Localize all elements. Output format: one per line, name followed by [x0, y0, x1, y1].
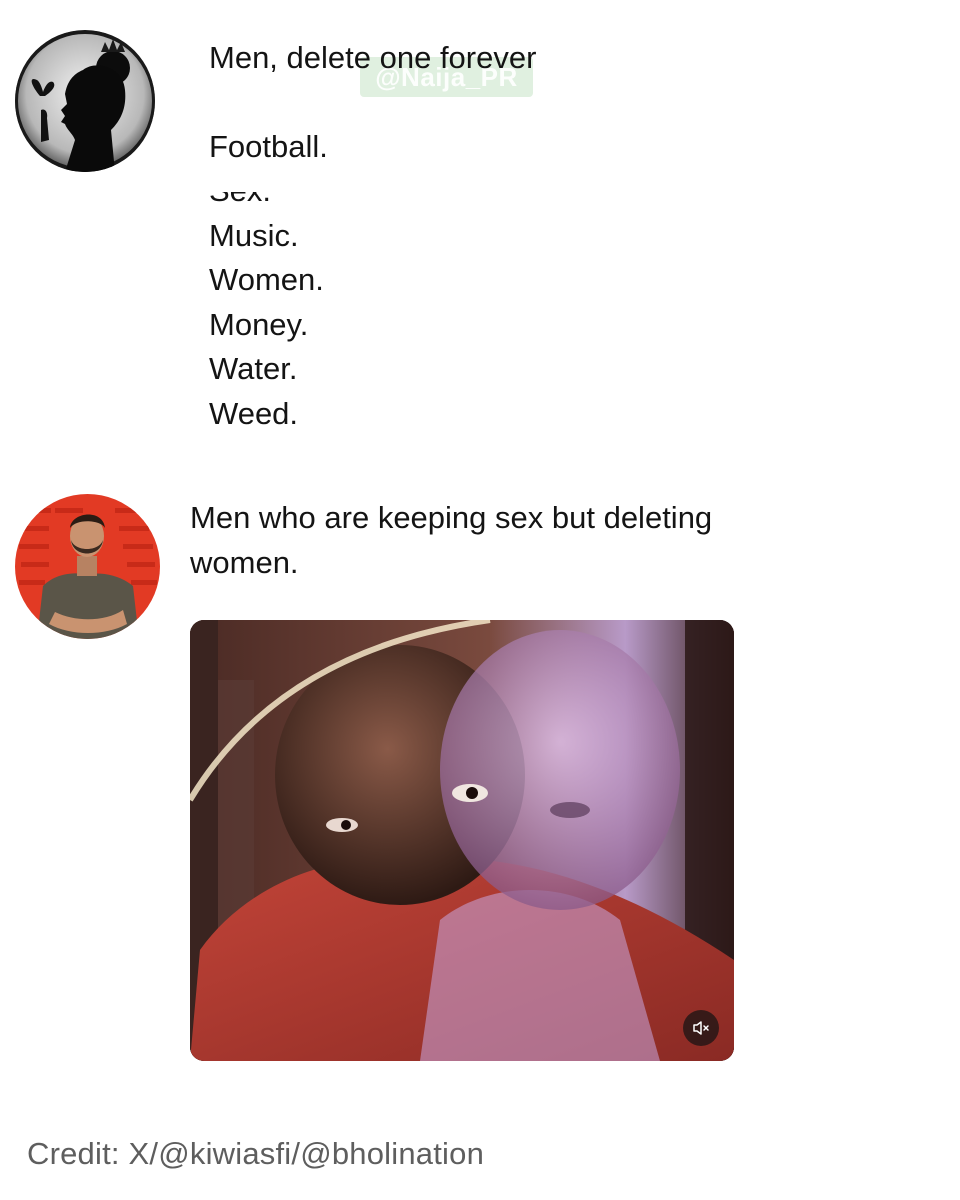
option-sex-label: Sex.: [209, 169, 272, 214]
option-weed: Weed.: [209, 395, 299, 431]
silhouette-avatar-image: [15, 30, 155, 172]
video-frame: [190, 620, 734, 1061]
man-avatar-image: [15, 494, 160, 639]
option-sex: Sex.: [209, 169, 809, 214]
credit-text: Credit: X/@kiwiasfi/@bholination: [27, 1136, 485, 1171]
option-water: Water.: [209, 351, 298, 386]
speaker-muted-icon: [693, 1021, 709, 1035]
post-1-text: Men, delete one forever Football. Sex. M…: [209, 36, 809, 436]
option-women: Women.: [209, 262, 324, 297]
avatar-user-2[interactable]: [15, 494, 160, 639]
option-money: Money.: [209, 306, 309, 342]
option-football: Football.: [209, 128, 328, 164]
option-music: Music.: [209, 217, 299, 253]
video-player[interactable]: [190, 620, 734, 1061]
post-1-title: Men, delete one forever: [209, 40, 537, 75]
post-2-text: Men who are keeping sex but deleting wom…: [190, 500, 713, 580]
mute-toggle-button[interactable]: [683, 1010, 719, 1046]
avatar-user-1[interactable]: [15, 30, 155, 172]
